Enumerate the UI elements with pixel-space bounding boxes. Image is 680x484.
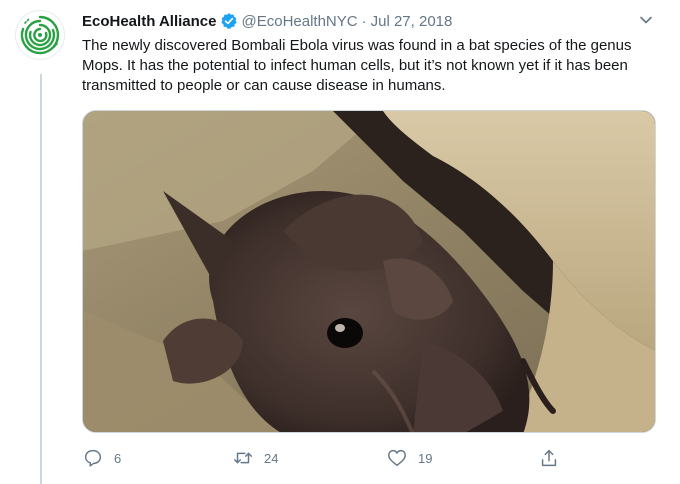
bat-photo — [83, 111, 655, 432]
retweet-button[interactable]: 24 — [232, 446, 278, 470]
share-button[interactable] — [538, 446, 560, 470]
reply-button[interactable]: 6 — [82, 446, 121, 470]
chevron-down-icon[interactable] — [636, 10, 656, 30]
share-icon — [541, 449, 557, 467]
tweet-header: EcoHealth Alliance @EcoHealthNYC · Jul 2… — [82, 11, 452, 31]
avatar-logo — [20, 15, 60, 55]
thread-line — [40, 74, 42, 484]
like-icon — [388, 449, 406, 467]
reply-icon — [84, 449, 102, 467]
author-handle[interactable]: @EcoHealthNYC — [242, 13, 358, 30]
like-count: 19 — [418, 450, 433, 466]
tweet-actions: 6 24 19 — [82, 446, 662, 470]
avatar[interactable] — [15, 10, 65, 60]
tweet-date[interactable]: Jul 27, 2018 — [371, 13, 453, 30]
reply-count: 6 — [114, 450, 122, 466]
tweet-photo[interactable] — [82, 110, 656, 433]
verified-badge-icon — [220, 12, 238, 30]
tweet-text: The newly discovered Bombali Ebola virus… — [82, 37, 632, 94]
author-name[interactable]: EcoHealth Alliance — [82, 13, 217, 30]
header-separator: · — [361, 12, 367, 30]
like-button[interactable]: 19 — [386, 446, 432, 470]
retweet-icon — [234, 452, 252, 464]
tweet[interactable]: EcoHealth Alliance @EcoHealthNYC · Jul 2… — [0, 0, 680, 484]
retweet-count: 24 — [264, 450, 279, 466]
